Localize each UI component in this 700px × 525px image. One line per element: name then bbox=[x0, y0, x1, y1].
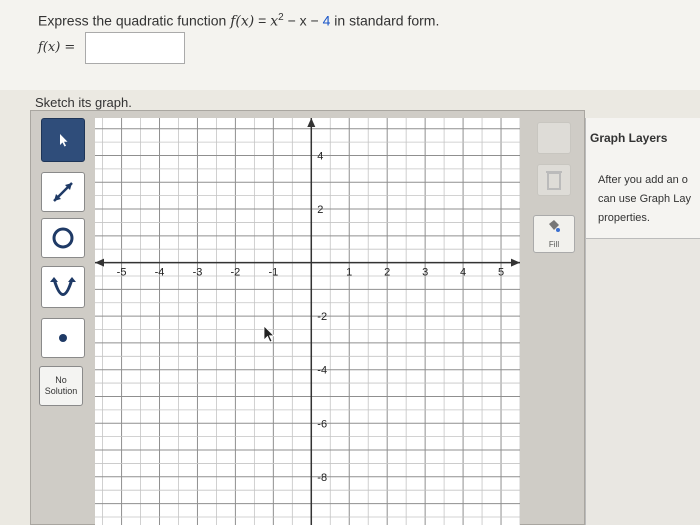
graph-layers-panel: Graph Layers After you add an o can use … bbox=[585, 118, 700, 525]
y-tick-label: -8 bbox=[317, 472, 327, 484]
x-tick-label: 5 bbox=[498, 267, 504, 279]
y-tick-label: -4 bbox=[317, 365, 327, 377]
question-area: Express the quadratic function f(x) = x2… bbox=[0, 0, 700, 90]
answer-label: f(x) = bbox=[38, 40, 76, 55]
equals-sign: = bbox=[254, 12, 271, 29]
x-tick-label: -5 bbox=[117, 267, 127, 279]
pointer-icon bbox=[60, 134, 68, 147]
x-variable: x bbox=[270, 13, 279, 30]
answer-input[interactable] bbox=[85, 32, 185, 64]
circle-icon bbox=[52, 227, 74, 249]
graph-layers-title: Graph Layers bbox=[590, 131, 668, 145]
y-tick-label: -6 bbox=[317, 418, 327, 430]
fill-label: Fill bbox=[548, 240, 560, 249]
graph-layers-body: After you add an o can use Graph Lay pro… bbox=[586, 163, 700, 239]
x-tick-label: -3 bbox=[193, 267, 203, 279]
x-tick-label: 1 bbox=[346, 267, 352, 279]
fill-button[interactable]: Fill bbox=[533, 215, 575, 253]
x-tick-label: -4 bbox=[155, 267, 165, 279]
y-axis-arrow-up bbox=[307, 118, 316, 127]
parabola-icon bbox=[50, 277, 76, 296]
y-tick-label: 4 bbox=[317, 150, 323, 162]
mouse-cursor-icon bbox=[263, 325, 275, 343]
help-line-2: can use Graph Lay bbox=[598, 193, 691, 205]
x-tick-label: 2 bbox=[384, 267, 390, 279]
pointer-tool-button[interactable] bbox=[41, 118, 85, 162]
line-icon bbox=[53, 182, 73, 202]
graph-canvas[interactable]: -5 -4 -3 -2 -1 1 2 3 4 5 4 2 -2 -4 -6 -8 bbox=[95, 118, 520, 525]
help-line-3: properties. bbox=[598, 212, 650, 224]
x-tick-label: -1 bbox=[268, 267, 278, 279]
x-axis-arrow-left bbox=[95, 258, 104, 267]
function-name: f(x) bbox=[230, 13, 255, 30]
paint-bucket-icon bbox=[549, 220, 560, 232]
parabola-tool-button[interactable] bbox=[41, 266, 85, 308]
coordinate-grid[interactable]: -5 -4 -3 -2 -1 1 2 3 4 5 4 2 -2 -4 -6 -8 bbox=[95, 118, 520, 525]
question-prefix: Express the quadratic function bbox=[38, 12, 231, 29]
disabled-layer-button bbox=[537, 122, 571, 154]
y-tick-label: 2 bbox=[317, 204, 323, 216]
x-tick-label: 3 bbox=[422, 267, 428, 279]
trash-icon bbox=[546, 171, 562, 190]
y-tick-label: -2 bbox=[317, 311, 327, 323]
no-solution-button[interactable]: No Solution bbox=[39, 366, 83, 406]
x-tick-label: 4 bbox=[460, 267, 466, 279]
help-line-1: After you add an o bbox=[598, 174, 688, 186]
x-tick-label: -2 bbox=[231, 267, 241, 279]
right-tool-column: Fill bbox=[528, 118, 580, 525]
line-tool-button[interactable] bbox=[41, 172, 85, 212]
circle-tool-button[interactable] bbox=[41, 218, 85, 258]
delete-button[interactable] bbox=[537, 164, 571, 196]
graph-layers-help: After you add an o can use Graph Lay pro… bbox=[598, 171, 691, 228]
point-icon bbox=[59, 334, 67, 342]
point-tool-button[interactable] bbox=[41, 318, 85, 358]
x-axis-arrow-right bbox=[511, 258, 520, 267]
minus-x-term: − x − bbox=[283, 12, 323, 29]
question-text: Express the quadratic function f(x) = x2… bbox=[38, 12, 439, 30]
question-suffix: in standard form. bbox=[330, 12, 440, 29]
sketch-instruction: Sketch its graph. bbox=[35, 95, 132, 110]
graph-layers-header: Graph Layers bbox=[586, 118, 700, 164]
